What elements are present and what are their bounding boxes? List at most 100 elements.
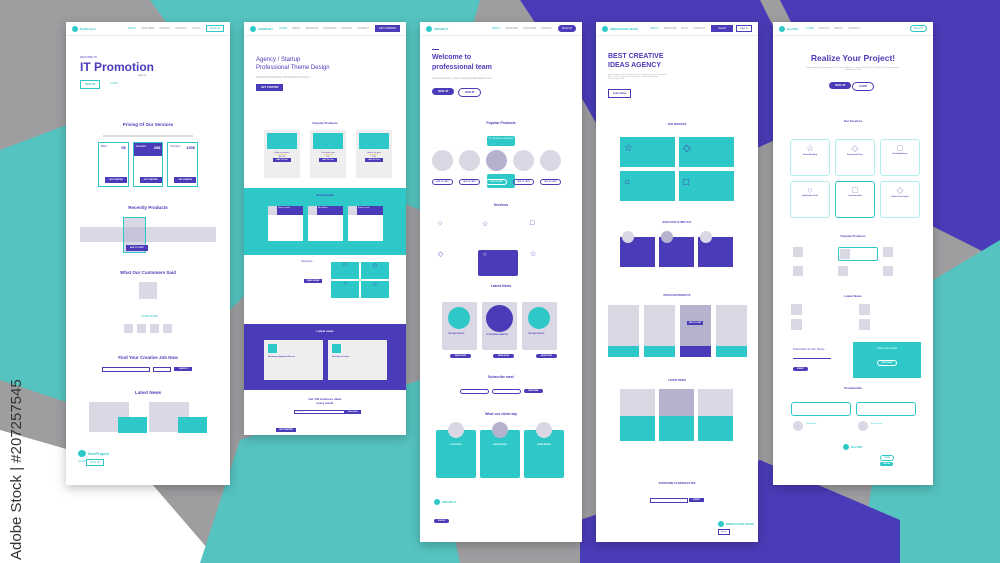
product-item[interactable] [793, 247, 833, 261]
subscribe-select[interactable] [492, 389, 521, 394]
newsletter-submit[interactable]: SUBMIT [689, 498, 704, 502]
news-thumb[interactable] [791, 304, 802, 315]
news-thumb[interactable] [859, 304, 870, 315]
service-card[interactable]: □ Innovation Idea [835, 181, 875, 218]
news-card[interactable]: TEXLAB POSITION [522, 302, 557, 350]
subscribe-button[interactable]: Subscribe [345, 410, 361, 414]
read-more-button[interactable]: READ MORE [450, 354, 471, 358]
add-to-cart-button[interactable]: Add To Cart [319, 158, 337, 162]
footer-signup[interactable]: SIGN UP [880, 462, 894, 466]
promo-read-more[interactable]: READ MORE [876, 360, 898, 366]
subscribe-button[interactable]: SUBSCRIBE [524, 389, 543, 393]
news-card[interactable] [118, 417, 147, 433]
product-item[interactable] [883, 266, 923, 280]
nav-link[interactable]: CONTACT [175, 27, 187, 30]
news-card[interactable]: Nonummy aliquam nibh sed [264, 340, 323, 380]
news-card[interactable]: Sed diam sit amet [328, 340, 387, 380]
product-image[interactable] [486, 150, 507, 171]
nav-signin[interactable]: Sign In [736, 25, 752, 32]
thumbnail[interactable] [124, 324, 133, 333]
signup-button[interactable]: SIGN UP [829, 82, 852, 89]
plan-button[interactable]: GET STARTED [105, 177, 127, 183]
nav-link[interactable]: FEATURES [141, 27, 154, 30]
service-card[interactable]: ○ [620, 171, 675, 201]
service-card[interactable]: ☆ Online Marketing [790, 139, 830, 176]
job-category-select[interactable] [153, 367, 171, 372]
signup-button[interactable]: SIGN UP [432, 88, 455, 95]
nav-signup-button[interactable]: SIGN UP [557, 25, 576, 32]
news-card[interactable] [178, 417, 207, 433]
thumbnail[interactable] [137, 324, 146, 333]
get-started-button[interactable]: GET STARTED [256, 84, 284, 91]
product-card[interactable] [716, 305, 747, 357]
newsletter-email-input[interactable]: Your Email [294, 410, 345, 414]
signup-button[interactable]: SIGN UP [80, 80, 101, 89]
nav-link[interactable]: CONTACT [357, 27, 369, 30]
login-button[interactable]: LOGIN [852, 82, 874, 91]
thumbnail[interactable] [150, 324, 159, 333]
news-card[interactable] [659, 389, 694, 441]
news-card[interactable] [698, 389, 733, 441]
nav-login[interactable]: LOGIN [192, 27, 200, 30]
nav-link[interactable]: ABOUT [492, 27, 501, 30]
add-to-cart-button[interactable]: Add To Cart [365, 158, 383, 162]
product-image[interactable] [432, 150, 453, 171]
news-thumb[interactable] [859, 319, 870, 330]
plan-button[interactable]: GET STARTED [174, 177, 197, 183]
search-button[interactable]: SEARCH [174, 367, 193, 371]
nav-signin-button[interactable]: SIGN IN [909, 25, 927, 32]
subscribe-email-input[interactable] [793, 358, 831, 359]
nav-link[interactable]: SERVICES [306, 27, 319, 30]
read-more-button[interactable]: READ MORE [304, 279, 323, 283]
logo[interactable]: INNOVATION TEAM [602, 25, 638, 32]
nav-link[interactable]: PRICING [819, 27, 829, 30]
footer-signin[interactable]: Sign In [718, 529, 730, 535]
footer-get-started[interactable]: GET STARTED [276, 428, 296, 432]
add-to-cart-button[interactable]: Add To Cart [273, 158, 291, 162]
nav-search-box[interactable]: Search [711, 25, 734, 32]
login-link[interactable]: LOGIN [110, 82, 118, 85]
service-card[interactable]: ◇ Realize Your Project [880, 181, 920, 218]
nav-link[interactable]: PRICING [341, 27, 351, 30]
product-item[interactable] [838, 266, 878, 280]
nav-link[interactable]: ABOUT [128, 27, 137, 30]
product-image[interactable] [459, 150, 480, 171]
add-to-cart-button[interactable]: ADD TO CART [540, 179, 561, 185]
job-search-input[interactable] [102, 367, 150, 372]
logo[interactable]: PROJECT [426, 25, 448, 32]
service-card[interactable]: □ Great Experience [880, 139, 920, 176]
product-image[interactable] [540, 150, 561, 171]
nav-link[interactable]: ABOUT [292, 27, 301, 30]
service-highlight-card[interactable]: ○ [478, 250, 518, 276]
footer-login[interactable]: LOGIN [880, 455, 894, 461]
footer-login[interactable]: LOGIN [78, 460, 86, 463]
nav-link[interactable]: HOME [280, 27, 288, 30]
service-tile[interactable]: ◇ [361, 262, 389, 279]
news-card[interactable] [620, 389, 655, 441]
read-more-button[interactable]: READ MORE [492, 354, 514, 358]
footer-logo[interactable]: DevProject [78, 450, 109, 457]
footer-logo[interactable]: PROJECT [434, 499, 456, 505]
service-tile[interactable]: ○ [331, 281, 359, 298]
learn-more-button[interactable]: Learn More [608, 89, 632, 98]
nav-signup-button[interactable]: SIGN UP [205, 25, 224, 32]
product-item[interactable] [838, 247, 878, 261]
service-card[interactable]: □ [679, 171, 734, 201]
nav-link[interactable]: BLOG [681, 27, 688, 30]
plan-button[interactable]: GET STARTED [139, 177, 162, 183]
add-to-cart-button[interactable]: ADD TO CART [513, 179, 534, 185]
logo[interactable]: DevTEK [779, 25, 799, 32]
nav-link[interactable]: HOME [807, 27, 815, 30]
product-item[interactable] [883, 247, 923, 261]
footer-signup[interactable]: SIGN UP [86, 459, 105, 466]
nav-link[interactable]: SERVICES [506, 27, 519, 30]
news-card[interactable]: TEXLAB POSITION [442, 302, 477, 350]
nav-link[interactable]: SERVICES [664, 27, 677, 30]
thumbnail[interactable] [163, 324, 172, 333]
news-card[interactable]: UIT WORKING SMARTER [482, 302, 517, 350]
add-to-cart-button[interactable]: ADD TO CART [432, 179, 453, 185]
nav-link[interactable]: FEATURES [523, 27, 536, 30]
newsletter-input[interactable] [650, 498, 688, 503]
read-more-button[interactable]: READ MORE [535, 354, 557, 358]
product-card[interactable] [644, 305, 675, 357]
